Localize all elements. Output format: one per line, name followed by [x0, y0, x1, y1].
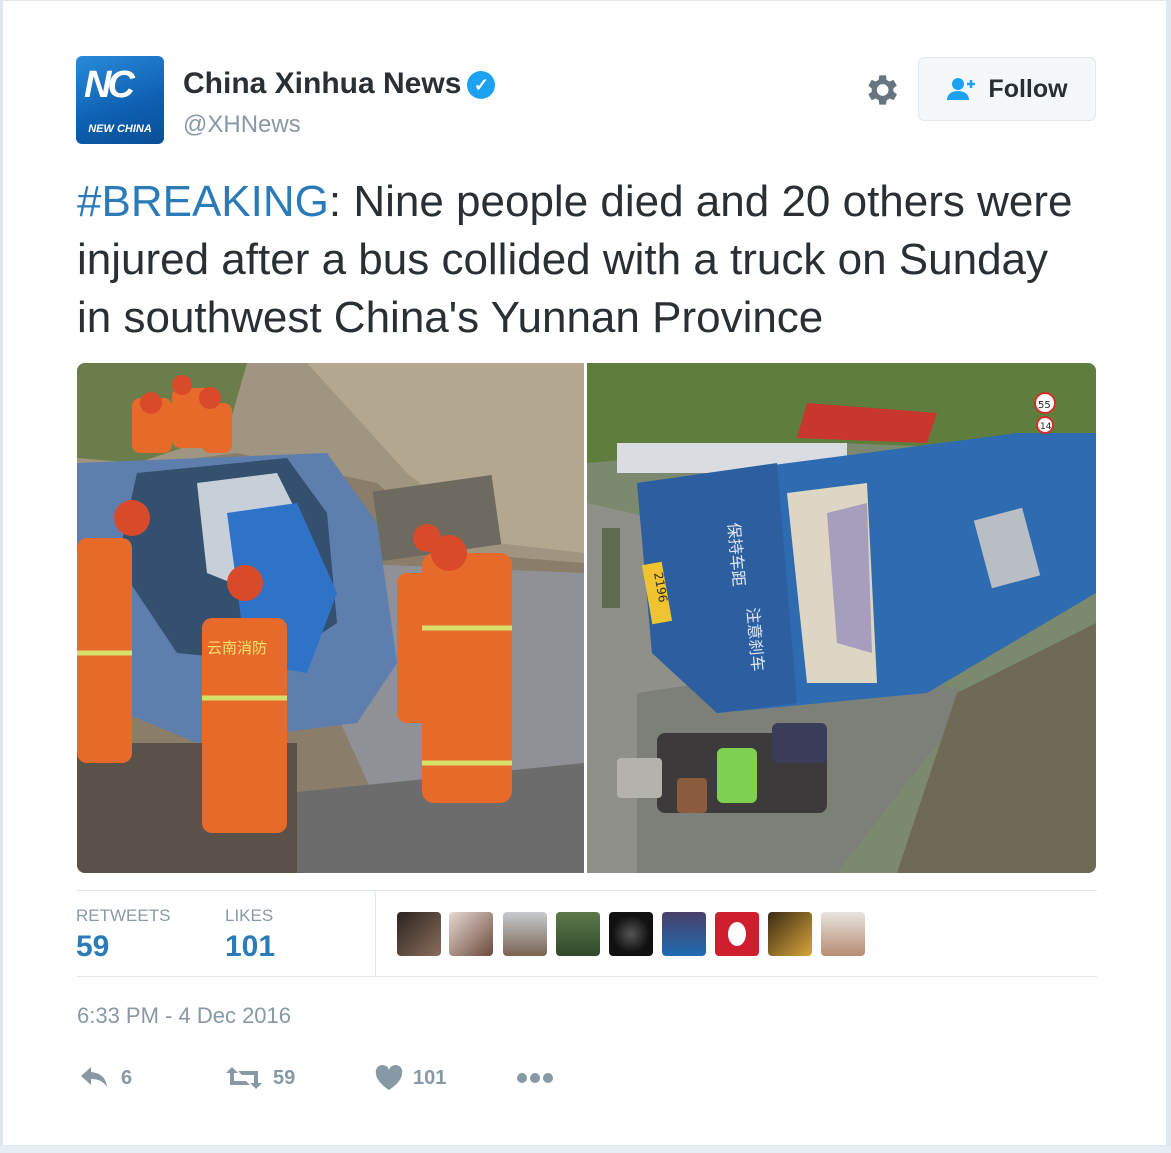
liker-avatar[interactable] [556, 912, 600, 956]
liker-avatar[interactable] [768, 912, 812, 956]
account-name-text[interactable]: China Xinhua News [183, 67, 461, 100]
follow-label: Follow [988, 74, 1068, 103]
verified-icon: ✓ [467, 71, 496, 99]
liker-avatar[interactable] [449, 912, 493, 956]
heart-icon [375, 1065, 403, 1090]
follow-button[interactable]: Follow [918, 57, 1096, 121]
more-button[interactable] [516, 1061, 554, 1095]
liker-avatar[interactable] [503, 912, 547, 956]
avatar-tagline: NEW CHINA [88, 123, 152, 135]
avatar-logo-text: NC [84, 64, 135, 106]
account-avatar[interactable]: NC NEW CHINA [76, 56, 164, 144]
road-sign-text-1: 55 [1038, 400, 1051, 411]
tweet-timestamp[interactable]: 6:33 PM - 4 Dec 2016 [77, 1003, 291, 1029]
tweet-text: #BREAKING: Nine people died and 20 other… [77, 173, 1087, 347]
liker-avatar[interactable] [397, 912, 441, 956]
retweet-count: 59 [273, 1066, 296, 1089]
retweets-label[interactable]: RETWEETS [76, 906, 170, 926]
retweets-count[interactable]: 59 [76, 930, 109, 964]
liker-avatar[interactable] [609, 912, 653, 956]
tweet-media[interactable]: 云南消防 保持车距 注意刹车 2196 55 14 [77, 363, 1096, 873]
likes-count[interactable]: 101 [225, 930, 275, 964]
account-name[interactable]: China Xinhua News ✓ [183, 67, 496, 101]
reply-icon [81, 1067, 107, 1087]
retweet-icon [226, 1067, 262, 1089]
like-count: 101 [413, 1066, 447, 1089]
liker-avatar[interactable] [662, 912, 706, 956]
retweet-button[interactable]: 59 [225, 1061, 295, 1095]
road-sign-text-2: 14 [1040, 422, 1052, 432]
stats-divider-bottom [77, 976, 1097, 977]
photo-left: 云南消防 [77, 363, 584, 873]
likes-label[interactable]: LIKES [225, 906, 273, 926]
stats-vertical-divider [375, 891, 376, 976]
accident-photos: 云南消防 保持车距 注意刹车 2196 55 14 [77, 363, 1096, 873]
stats-divider-top [77, 890, 1097, 891]
like-button[interactable]: 101 [375, 1061, 446, 1095]
reply-count: 6 [121, 1066, 133, 1089]
photo-right: 保持车距 注意刹车 2196 55 14 [587, 363, 1096, 873]
account-handle[interactable]: @XHNews [183, 111, 301, 139]
more-icon [517, 1073, 553, 1083]
gear-icon[interactable] [861, 70, 901, 110]
tweet-card: NC NEW CHINA China Xinhua News ✓ @XHNews … [2, 0, 1167, 1146]
page-bottom-bar [0, 1146, 1171, 1153]
hashtag-link[interactable]: #BREAKING [77, 177, 329, 226]
liker-avatar[interactable] [821, 912, 865, 956]
follow-user-icon [947, 78, 976, 100]
uniform-text: 云南消防 [207, 639, 267, 657]
liker-avatar[interactable] [715, 912, 759, 956]
reply-button[interactable]: 6 [79, 1061, 132, 1095]
